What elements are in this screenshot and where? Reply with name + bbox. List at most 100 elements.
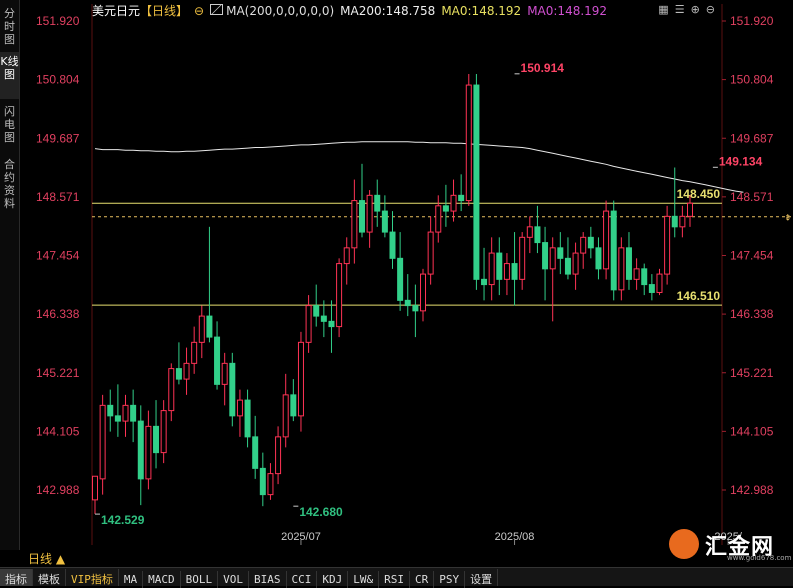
candle [244,389,251,448]
candle [297,331,304,432]
tab-cr[interactable]: CR [410,571,435,588]
hline-label-1: 146.510 [677,289,721,303]
logo-mark-icon [669,529,699,559]
tab-psy[interactable]: PSY [434,571,466,588]
candle-body [153,425,160,454]
period-label: 【日线】 [140,4,189,18]
candle [122,394,129,437]
current-price-marker-icon: ⇟ [784,214,792,224]
candle-body [358,200,365,233]
candle [503,253,510,296]
candle-body [534,226,541,244]
candle-body [610,210,617,291]
candle [92,475,98,515]
tab-macd[interactable]: MACD [143,571,181,588]
candle [488,237,495,301]
candle [191,326,198,374]
left-tab-contract[interactable]: 合约资料 [0,155,19,216]
candle [145,410,152,490]
left-tab-kline[interactable]: K线图 [0,52,19,99]
tab-vip-indicator[interactable]: VIP指标 [66,569,119,586]
candle-body [664,215,671,275]
tab-indicator[interactable]: 指标 [0,569,33,586]
list-icon[interactable]: ☰ [675,3,691,16]
candle-body [130,404,137,422]
candle-body [320,315,327,322]
candle [130,389,137,443]
candle-body [542,242,549,270]
candle-body [191,341,198,364]
candle [564,237,571,280]
ytick-label-right: 150.804 [730,73,774,87]
candle [427,216,434,285]
candle-body [435,205,442,233]
candle [442,184,449,227]
candle [358,163,365,238]
tab-boll[interactable]: BOLL [181,571,219,588]
candle [114,384,121,437]
candle-body [137,420,144,480]
tab-vol[interactable]: VOL [218,571,249,588]
tab-lwr[interactable]: LW& [348,571,380,588]
tab-kdj[interactable]: KDJ [317,571,349,588]
annotation-label-1: 149.134 [719,154,763,168]
tab-ma[interactable]: MA [119,571,144,588]
candle-body [114,415,121,422]
candle [618,237,625,301]
candle [481,247,488,301]
candle-body [389,231,396,259]
candle-body [290,394,297,417]
candle-body [404,299,411,307]
zoom-in-icon[interactable]: ⊕ [691,3,706,16]
candle [99,394,106,495]
candle [549,237,556,322]
chart-header: 美元日元【日线】 ⊖ MA(200,0,0,0,0,0) MA200:148.758 M… [92,2,613,18]
ma-params-icon[interactable] [210,4,224,15]
tab-settings[interactable]: 设置 [465,569,499,586]
candle [603,200,610,280]
candle [320,300,327,338]
candle [290,379,297,422]
grid-icon[interactable]: ▦ [658,3,674,16]
candle [259,452,266,507]
candle [198,305,205,359]
tab-cci[interactable]: CCI [287,571,318,588]
candle [656,268,663,296]
chart-toolbar: ▦☰⊕⊖ [658,3,721,16]
ytick-label-right: 149.687 [730,131,774,145]
candle-body [450,194,457,212]
candle-body [99,404,106,480]
candle [275,426,282,485]
candle [420,268,427,322]
left-tab-flash[interactable]: 闪电图 [0,102,19,149]
candle-body [687,202,693,217]
candle-body [412,305,419,312]
ytick-label-right: 146.338 [730,307,774,321]
left-tab-timeshare[interactable]: 分时图 [0,4,19,46]
candle [221,352,228,406]
candle-body [236,399,243,417]
ma0-value-b: MA0:148.192 [527,4,608,18]
toggle-icon[interactable]: ⊖ [194,4,204,18]
candle [214,321,221,390]
symbol-name: 美元日元 [92,4,141,18]
candle-body [488,252,495,286]
tab-rsi[interactable]: RSI [379,571,410,588]
candle-body [313,305,320,317]
candle [366,190,373,248]
candle-body [145,425,152,480]
logo-url: www.gold678.com [727,554,792,562]
candle [625,232,632,290]
candle-body [374,194,381,212]
candle [328,300,335,353]
candle-body [252,436,259,469]
ytick-label-left: 151.920 [36,14,80,28]
kline-chart[interactable]: 148.450 146.510 ⇟ 150.914 149.134 142.529 142… [20,0,793,545]
period-tab[interactable]: 日线 ▲ [28,550,65,567]
tab-template[interactable]: 模板 [33,569,66,586]
zoom-out-icon[interactable]: ⊖ [706,3,721,16]
tab-bias[interactable]: BIAS [249,571,287,588]
ytick-label-right: 151.920 [730,14,774,28]
candle [679,205,686,238]
left-tab-bar: 分时图 K线图 闪电图 合约资料 [0,0,20,550]
